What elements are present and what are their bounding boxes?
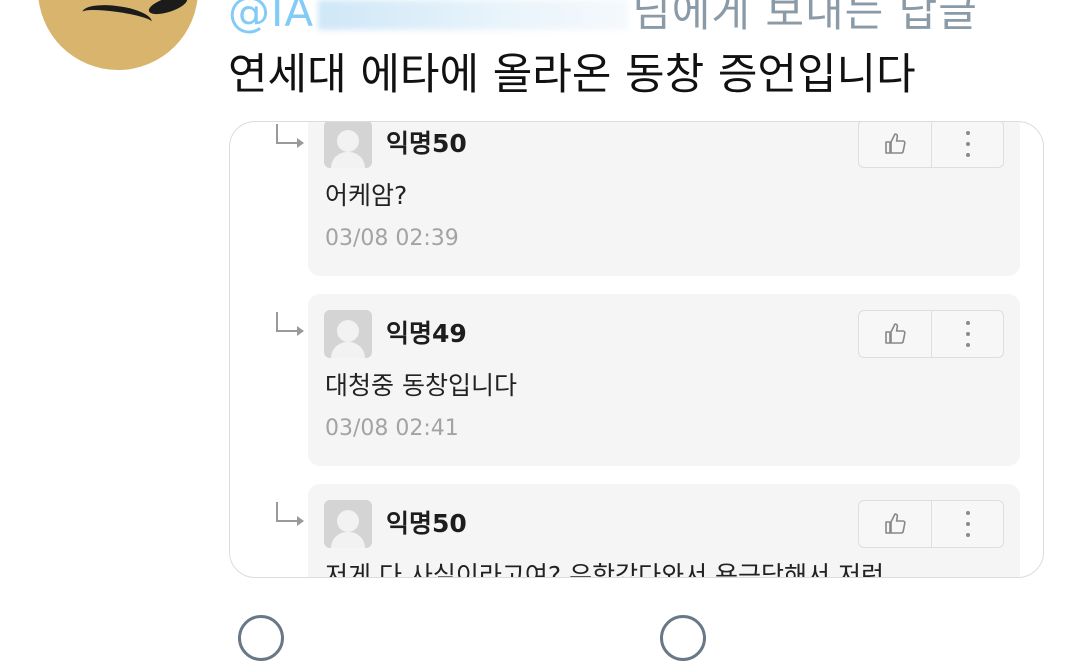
comment-actions [858, 122, 1004, 168]
tweet-text: 연세대 에타에 올라온 동창 증언입니다 [228, 50, 916, 100]
reply-arrow-icon [276, 502, 304, 526]
embedded-screenshot-card[interactable]: 익명50 어케암? 03/08 02:39 익명49 대청중 동창입니다 03/… [229, 121, 1044, 578]
reply-arrow-icon [276, 124, 304, 148]
comment-author: 익명50 [386, 509, 467, 538]
anonymous-avatar [324, 500, 372, 548]
blurred-handle [318, 0, 629, 30]
reply-suffix: 님에게 보내는 답글 [632, 0, 978, 36]
comment-text: 저게 다 사실이라고여? 유학갔다와서 욕근당해서 저런 [325, 561, 885, 578]
comment-text: 대청중 동창입니다 [325, 371, 517, 400]
profile-avatar[interactable] [38, 0, 198, 70]
avatar-decoration [80, 1, 154, 33]
comment-item: 익명49 대청중 동창입니다 03/08 02:41 [308, 294, 1020, 466]
comment-author: 익명49 [386, 319, 467, 348]
comment-actions [858, 500, 1004, 548]
more-button[interactable] [930, 122, 1004, 167]
more-vertical-icon [965, 131, 970, 157]
comment-date: 03/08 02:39 [325, 226, 459, 251]
more-vertical-icon [965, 321, 970, 347]
more-button[interactable] [930, 311, 1004, 357]
comment-author: 익명50 [386, 129, 467, 158]
comment-item: 익명50 저게 다 사실이라고여? 유학갔다와서 욕근당해서 저런 [308, 484, 1020, 578]
thumbs-up-icon [885, 133, 906, 154]
reply-arrow-icon [276, 312, 304, 336]
comment-item: 익명50 어케암? 03/08 02:39 [308, 122, 1020, 276]
reply-to-line: @IA 님에게 보내는 답글 [228, 0, 978, 39]
comment-text: 어케암? [325, 181, 408, 210]
thumbs-up-icon [885, 513, 906, 534]
comment-date: 03/08 02:41 [325, 416, 459, 441]
reply-icon[interactable] [238, 615, 284, 661]
like-button[interactable] [859, 122, 931, 167]
more-vertical-icon [965, 511, 970, 537]
like-button[interactable] [859, 501, 931, 547]
avatar-decoration [146, 0, 190, 18]
anonymous-avatar [324, 310, 372, 358]
reply-handle[interactable]: @IA [228, 0, 314, 36]
comment-actions [858, 310, 1004, 358]
like-button[interactable] [859, 311, 931, 357]
like-icon[interactable] [660, 615, 706, 661]
more-button[interactable] [930, 501, 1004, 547]
anonymous-avatar [324, 122, 372, 168]
thumbs-up-icon [885, 323, 906, 344]
